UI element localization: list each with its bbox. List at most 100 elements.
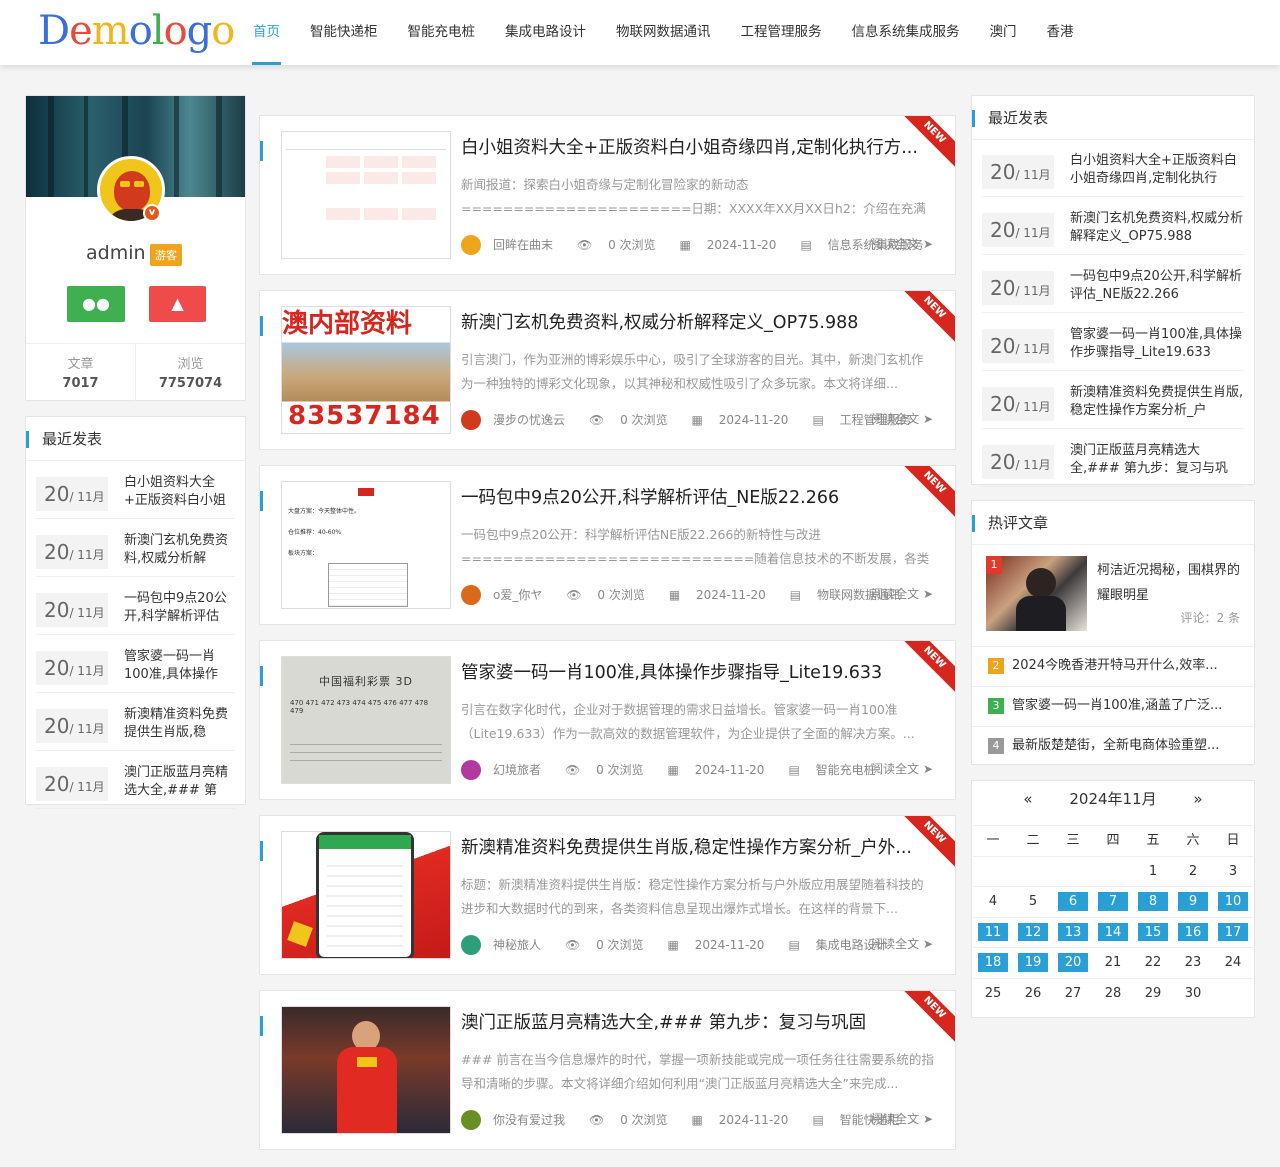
calendar-day[interactable]: 10 <box>1213 887 1253 917</box>
recent-item[interactable]: 20/ 11月 一码包中9点20公开,科学解析评估 <box>36 585 235 635</box>
author-link[interactable]: 你没有爱过我 <box>461 1110 577 1130</box>
recent-title[interactable]: 白小姐资料大全+正版资料白小姐奇缘四肖,定制化执行 <box>1070 152 1244 188</box>
recent-title[interactable]: 一码包中9点20公开,科学解析评估 <box>124 590 232 626</box>
read-more-link[interactable]: 阅读全文 ➤ <box>871 585 933 602</box>
site-logo[interactable]: Demologo <box>38 8 235 54</box>
recent-title[interactable]: 新澳门玄机免费资料,权威分析解 <box>124 532 232 568</box>
hot-item[interactable]: 2 2024今晚香港开特马开什么,效率... <box>972 646 1254 686</box>
author-link[interactable]: 漫步の忧逸云 <box>461 410 577 430</box>
read-more-link[interactable]: 阅读全文 ➤ <box>871 235 933 252</box>
calendar-day[interactable]: 8 <box>1133 887 1173 917</box>
views-count: 👁 0 次浏览 <box>589 412 668 427</box>
read-more-link[interactable]: 阅读全文 ➤ <box>871 410 933 427</box>
calendar-day[interactable]: 13 <box>1053 918 1093 948</box>
calendar-day[interactable]: 7 <box>1093 887 1133 917</box>
article-thumbnail[interactable]: 中国福利彩票 3D 470 471 472 473 474 475 476 477… <box>281 656 451 784</box>
article-title[interactable]: 白小姐资料大全+正版资料白小姐奇缘四肖,定制化执行方... <box>461 134 931 159</box>
article-thumbnail[interactable]: 大盘方案：今天整体中性。 仓位推荐：40-60% 板块方案： <box>281 481 451 609</box>
calendar-widget: « 2024年11月 » 一二三四五六日 1 2 3 4 5 6 7 8 9 10 11 12 13 14 1… <box>971 780 1255 1018</box>
eye-icon: 👁 <box>577 237 593 252</box>
recent-item[interactable]: 20/ 11月 澳门正版蓝月亮精选大全,### 第九步：复习与巩 <box>982 437 1244 487</box>
article-title[interactable]: 一码包中9点20公开,科学解析评估_NE版22.266 <box>461 484 931 509</box>
calendar-day[interactable]: 14 <box>1093 918 1133 948</box>
hot-title[interactable]: 2024今晚香港开特马开什么,效率... <box>1012 658 1218 673</box>
author-avatar[interactable] <box>461 410 481 430</box>
nav-item[interactable]: 物联网数据通讯 <box>601 0 726 65</box>
article-thumbnail[interactable] <box>281 131 451 259</box>
calendar-day[interactable]: 16 <box>1173 918 1213 948</box>
author-avatar[interactable] <box>461 1110 481 1130</box>
nav-item[interactable]: 信息系统集成服务 <box>837 0 975 65</box>
author-avatar[interactable] <box>461 585 481 605</box>
recent-title[interactable]: 新澳门玄机免费资料,权威分析解释定义_OP75.988 <box>1070 210 1244 246</box>
author-avatar[interactable] <box>461 235 481 255</box>
read-more-link[interactable]: 阅读全文 ➤ <box>871 1110 933 1127</box>
recent-title[interactable]: 一码包中9点20公开,科学解析评估_NE版22.266 <box>1070 268 1244 304</box>
recent-title[interactable]: 澳门正版蓝月亮精选大全,### 第九步：复习与巩 <box>1070 442 1244 478</box>
recent-item[interactable]: 20/ 11月 白小姐资料大全+正版资料白小姐奇缘四肖,定制化执行 <box>982 147 1244 197</box>
article-title[interactable]: 新澳门玄机免费资料,权威分析解释定义_OP75.988 <box>461 309 931 334</box>
hot-title[interactable]: 柯洁近况揭秘，围棋界的耀眼明星 <box>1097 558 1242 608</box>
article-title[interactable]: 新澳精准资料免费提供生肖版,稳定性操作方案分析_户外... <box>461 834 931 859</box>
recent-title[interactable]: 新澳精准资料免费提供生肖版,稳定性操作方案分析_户 <box>1070 384 1244 420</box>
calendar-day[interactable]: 6 <box>1053 887 1093 917</box>
calendar-day[interactable]: 20 <box>1053 948 1093 978</box>
wechat-button[interactable]: ●● <box>67 286 125 322</box>
recent-title[interactable]: 新澳精准资料免费提供生肖版,稳 <box>124 706 232 742</box>
nav-item[interactable]: 工程管理服务 <box>726 0 837 65</box>
nav-item[interactable]: 香港 <box>1032 0 1089 65</box>
calendar-prev-button[interactable]: « <box>1023 790 1032 808</box>
author-link[interactable]: 幻境旅者 <box>461 760 553 780</box>
recent-item[interactable]: 20/ 11月 新澳精准资料免费提供生肖版,稳定性操作方案分析_户 <box>982 379 1244 429</box>
article-thumbnail[interactable] <box>281 1006 451 1134</box>
recent-title[interactable]: 白小姐资料大全+正版资料白小姐 <box>124 474 232 510</box>
author-link[interactable]: o爱_你ヤ <box>461 585 554 605</box>
calendar-day[interactable]: 11 <box>973 918 1013 948</box>
recent-item[interactable]: 20/ 11月 新澳门玄机免费资料,权威分析解 <box>36 527 235 577</box>
recent-title[interactable]: 管家婆一码一肖100准,具体操作 <box>124 648 232 684</box>
author-avatar[interactable] <box>461 760 481 780</box>
author-link[interactable]: 神秘旅人 <box>461 935 553 955</box>
article-accent <box>260 841 263 861</box>
recent-title[interactable]: 澳门正版蓝月亮精选大全,### 第 <box>124 764 232 800</box>
article-title[interactable]: 澳门正版蓝月亮精选大全,### 第九步：复习与巩固 <box>461 1009 931 1034</box>
article-title[interactable]: 管家婆一码一肖100准,具体操作步骤指导_Lite19.633 <box>461 659 931 684</box>
recent-item[interactable]: 20/ 11月 澳门正版蓝月亮精选大全,### 第 <box>36 759 235 809</box>
folder-icon: ▤ <box>812 412 824 427</box>
calendar-day[interactable]: 17 <box>1213 918 1253 948</box>
calendar-icon: ▦ <box>679 237 691 252</box>
article-thumbnail[interactable]: 澳内部资料 83537184 <box>281 306 451 434</box>
calendar-next-button[interactable]: » <box>1193 790 1202 808</box>
read-more-link[interactable]: 阅读全文 ➤ <box>871 935 933 952</box>
calendar-day[interactable]: 12 <box>1013 918 1053 948</box>
nav-item[interactable]: 澳门 <box>975 0 1032 65</box>
recent-item[interactable]: 20/ 11月 新澳门玄机免费资料,权威分析解释定义_OP75.988 <box>982 205 1244 255</box>
hot-item[interactable]: 3 管家婆一码一肖100准,涵盖了广泛... <box>972 686 1254 726</box>
hot-item[interactable]: 4 最新版楚楚街，全新电商体验重塑... <box>972 726 1254 766</box>
qq-button[interactable]: ▲ <box>149 286 206 322</box>
nav-item[interactable]: 首页 <box>238 0 295 65</box>
recent-item[interactable]: 20/ 11月 白小姐资料大全+正版资料白小姐 <box>36 469 235 519</box>
recent-item[interactable]: 20/ 11月 管家婆一码一肖100准,具体操作 <box>36 643 235 693</box>
article-card: 中国福利彩票 3D 470 471 472 473 474 475 476 477… <box>259 640 956 800</box>
weekday-label: 一 <box>986 833 1000 848</box>
author-avatar[interactable] <box>461 935 481 955</box>
calendar-day[interactable]: 9 <box>1173 887 1213 917</box>
author-link[interactable]: 回眸在曲末 <box>461 235 565 255</box>
article-thumbnail[interactable] <box>281 831 451 959</box>
recent-item[interactable]: 20/ 11月 一码包中9点20公开,科学解析评估_NE版22.266 <box>982 263 1244 313</box>
nav-item[interactable]: 智能快递柜 <box>295 0 393 65</box>
recent-item[interactable]: 20/ 11月 新澳精准资料免费提供生肖版,稳 <box>36 701 235 751</box>
calendar-day[interactable]: 19 <box>1013 948 1053 978</box>
nav-item[interactable]: 智能充电桩 <box>393 0 491 65</box>
read-more-link[interactable]: 阅读全文 ➤ <box>871 760 933 777</box>
hot-title[interactable]: 最新版楚楚街，全新电商体验重塑... <box>1012 738 1219 753</box>
recent-item[interactable]: 20/ 11月 管家婆一码一肖100准,具体操作步骤指导_Lite19.633 <box>982 321 1244 371</box>
hot-title[interactable]: 管家婆一码一肖100准,涵盖了广泛... <box>1012 698 1222 713</box>
calendar-empty <box>973 857 1013 887</box>
recent-title[interactable]: 管家婆一码一肖100准,具体操作步骤指导_Lite19.633 <box>1070 326 1244 362</box>
calendar-day[interactable]: 15 <box>1133 918 1173 948</box>
nav-item[interactable]: 集成电路设计 <box>490 0 601 65</box>
calendar-day[interactable]: 18 <box>973 948 1013 978</box>
hot-top-item[interactable]: 1 柯洁近况揭秘，围棋界的耀眼明星 评论：2 条 <box>986 556 1240 631</box>
